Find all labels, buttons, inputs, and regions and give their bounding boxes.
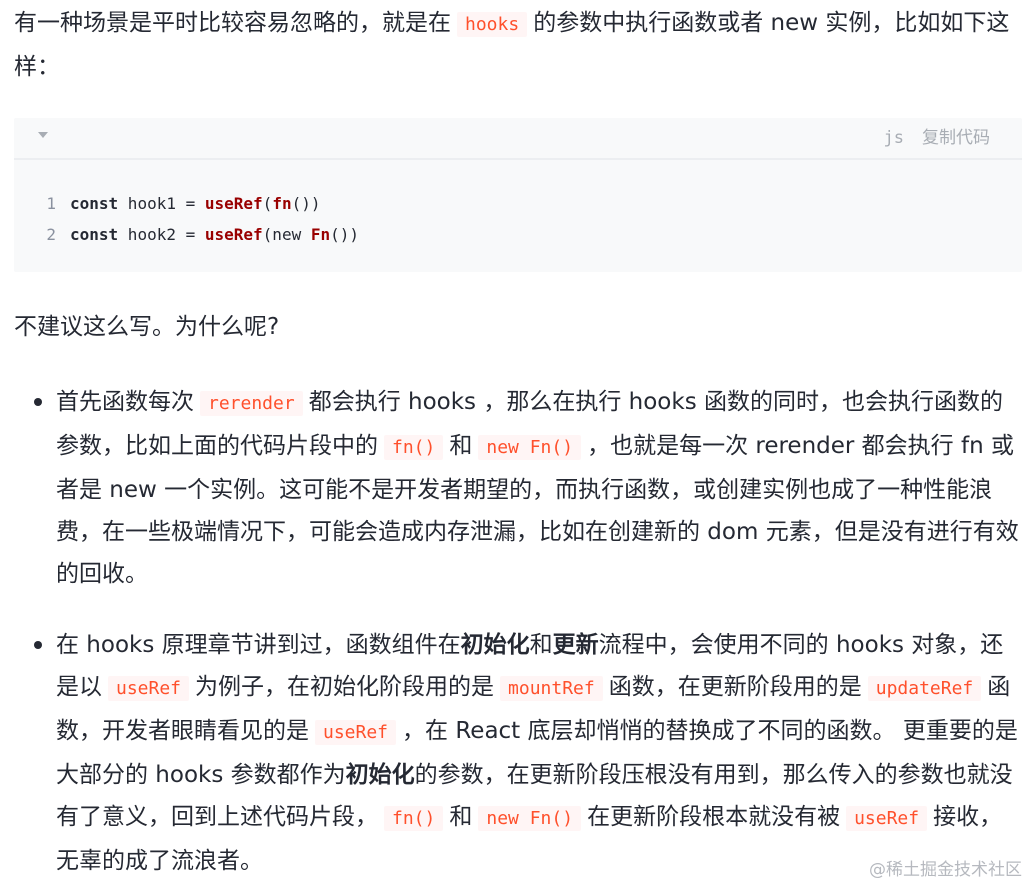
intro-paragraph: 有一种场景是平时比较容易忽略的，就是在 hooks 的参数中执行函数或者 new 实… [14,2,1014,88]
inline-code: fn() [384,435,444,460]
code-text: hook1 = [118,194,205,213]
bullet-text: 和 [529,632,553,658]
collapse-arrow-icon[interactable] [38,132,48,138]
inline-code: new Fn() [478,435,582,460]
code-block-header: js 复制代码 [14,118,1022,160]
inline-code-hooks: hooks [457,12,528,37]
bullet-text: 在更新阶段根本就没有被 [587,804,841,830]
code-keyword: const [70,194,119,213]
list-item: 首先函数每次 rerender 都会执行 hooks ，那么在执行 hooks 函数… [34,381,1022,595]
bullet-text: 为例子，在初始化阶段用的是 [195,674,495,700]
code-line: 1 const hook1 = useRef(fn()) [14,188,359,219]
code-keyword: const [70,225,119,244]
watermark: @稀土掘金技术社区 [869,860,1022,880]
question-paragraph: 不建议这么写。为什么呢? [14,314,280,340]
code-function: useRef [204,194,263,213]
inline-code: useRef [108,676,190,701]
line-number: 2 [46,225,56,244]
inline-code: new Fn() [478,806,582,831]
code-block: js 复制代码 1 const hook1 = useRef(fn()) 2 con… [14,118,1022,272]
code-function: Fn [310,225,331,244]
bullet-text: 首先函数每次 [56,389,194,415]
inline-code: rerender [200,391,303,416]
bullet-text: 和 [449,804,473,830]
code-text: hook2 = [118,225,205,244]
inline-code: useRef [846,806,928,831]
bullet-dot [34,398,42,406]
bold-text: 初始化 [460,632,530,658]
code-language-label: js [883,128,904,148]
bullet-text: 在 hooks 原理章节讲到过，函数组件在 [56,632,461,658]
code-function: fn [272,194,292,213]
line-number: 1 [46,194,56,213]
bullet-dot [34,641,42,649]
inline-code: fn() [384,806,444,831]
code-function: useRef [204,225,263,244]
inline-code: useRef [315,720,397,745]
code-text: ( [262,194,273,213]
bullet-text: 函数，在更新阶段用的是 [608,674,862,700]
bullet-text: 和 [449,433,473,459]
code-line: 2 const hook2 = useRef(new Fn()) [14,219,359,250]
bold-text: 更新 [552,632,599,658]
list-item: 在 hooks 原理章节讲到过，函数组件在初始化和更新流程中，会使用不同的 ho… [34,624,1022,882]
code-lines: 1 const hook1 = useRef(fn()) 2 const hook2… [14,188,359,250]
code-text: (new [262,225,311,244]
bold-text: 初始化 [345,762,415,788]
inline-code: mountRef [500,676,603,701]
code-text: ()) [330,225,360,244]
intro-text-before: 有一种场景是平时比较容易忽略的，就是在 [14,10,451,36]
inline-code: updateRef [867,676,982,701]
copy-code-button[interactable]: 复制代码 [922,118,990,158]
code-text: ()) [291,194,321,213]
